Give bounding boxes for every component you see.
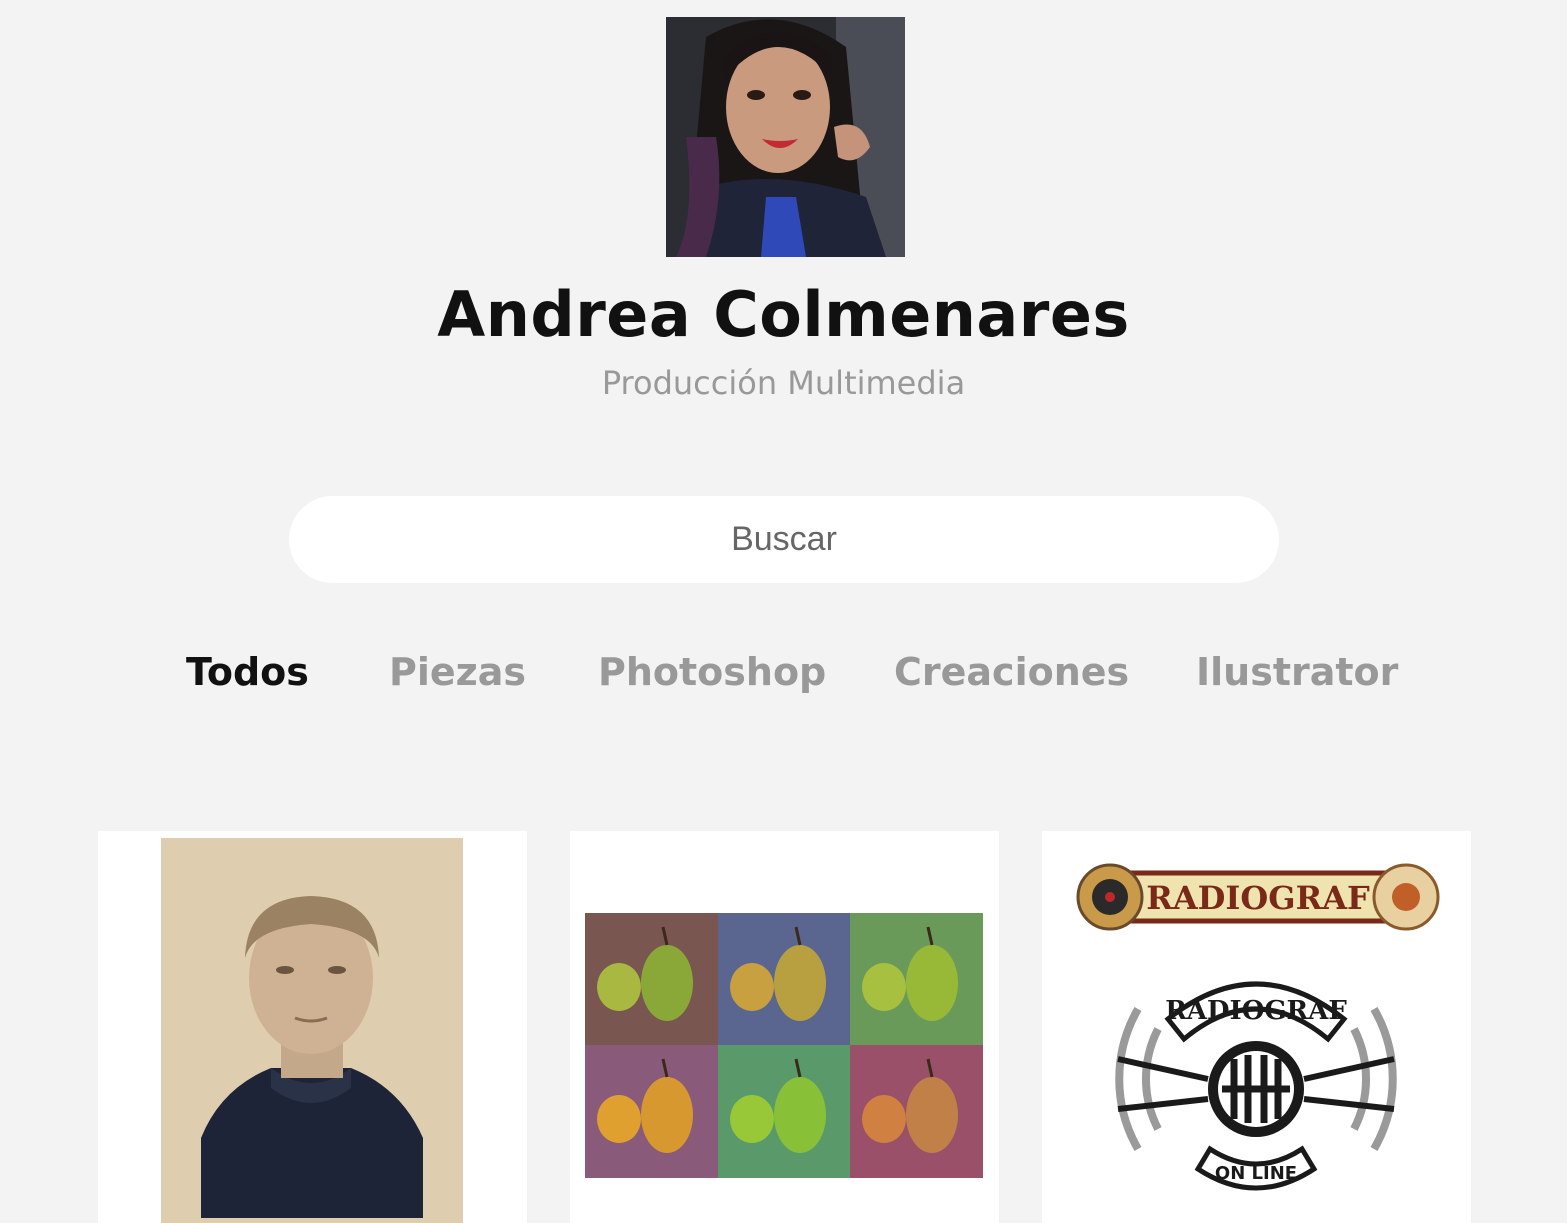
logo-text-top: RADIOGRAF — [1146, 879, 1370, 917]
radiograf-logo-image: RADIOGRAF RADIOGRAF ON LINE — [1076, 863, 1440, 1191]
search-input[interactable] — [289, 496, 1279, 583]
project-card[interactable]: RADIOGRAF RADIOGRAF ON LINE — [1042, 831, 1471, 1223]
logo-text-badge: RADIOGRAF — [1165, 996, 1347, 1026]
filter-ilustrator[interactable]: Ilustrator — [1196, 650, 1398, 694]
filter-todos[interactable]: Todos — [186, 650, 309, 694]
avatar-photo — [666, 17, 905, 257]
filter-piezas[interactable]: Piezas — [389, 650, 526, 694]
vintage-portrait-image — [161, 838, 463, 1223]
logo-text-bottom: ON LINE — [1215, 1163, 1297, 1184]
filter-photoshop[interactable]: Photoshop — [598, 650, 826, 694]
profile-name: Andrea Colmenares — [437, 278, 1130, 351]
avatar — [666, 17, 905, 257]
filter-creaciones[interactable]: Creaciones — [894, 650, 1129, 694]
profile-subtitle: Producción Multimedia — [601, 364, 966, 402]
pop-art-pears-image — [585, 913, 983, 1178]
project-card[interactable] — [98, 831, 527, 1223]
project-card[interactable] — [570, 831, 999, 1223]
filter-nav: Todos Piezas Photoshop Creaciones Ilustr… — [0, 650, 1567, 710]
